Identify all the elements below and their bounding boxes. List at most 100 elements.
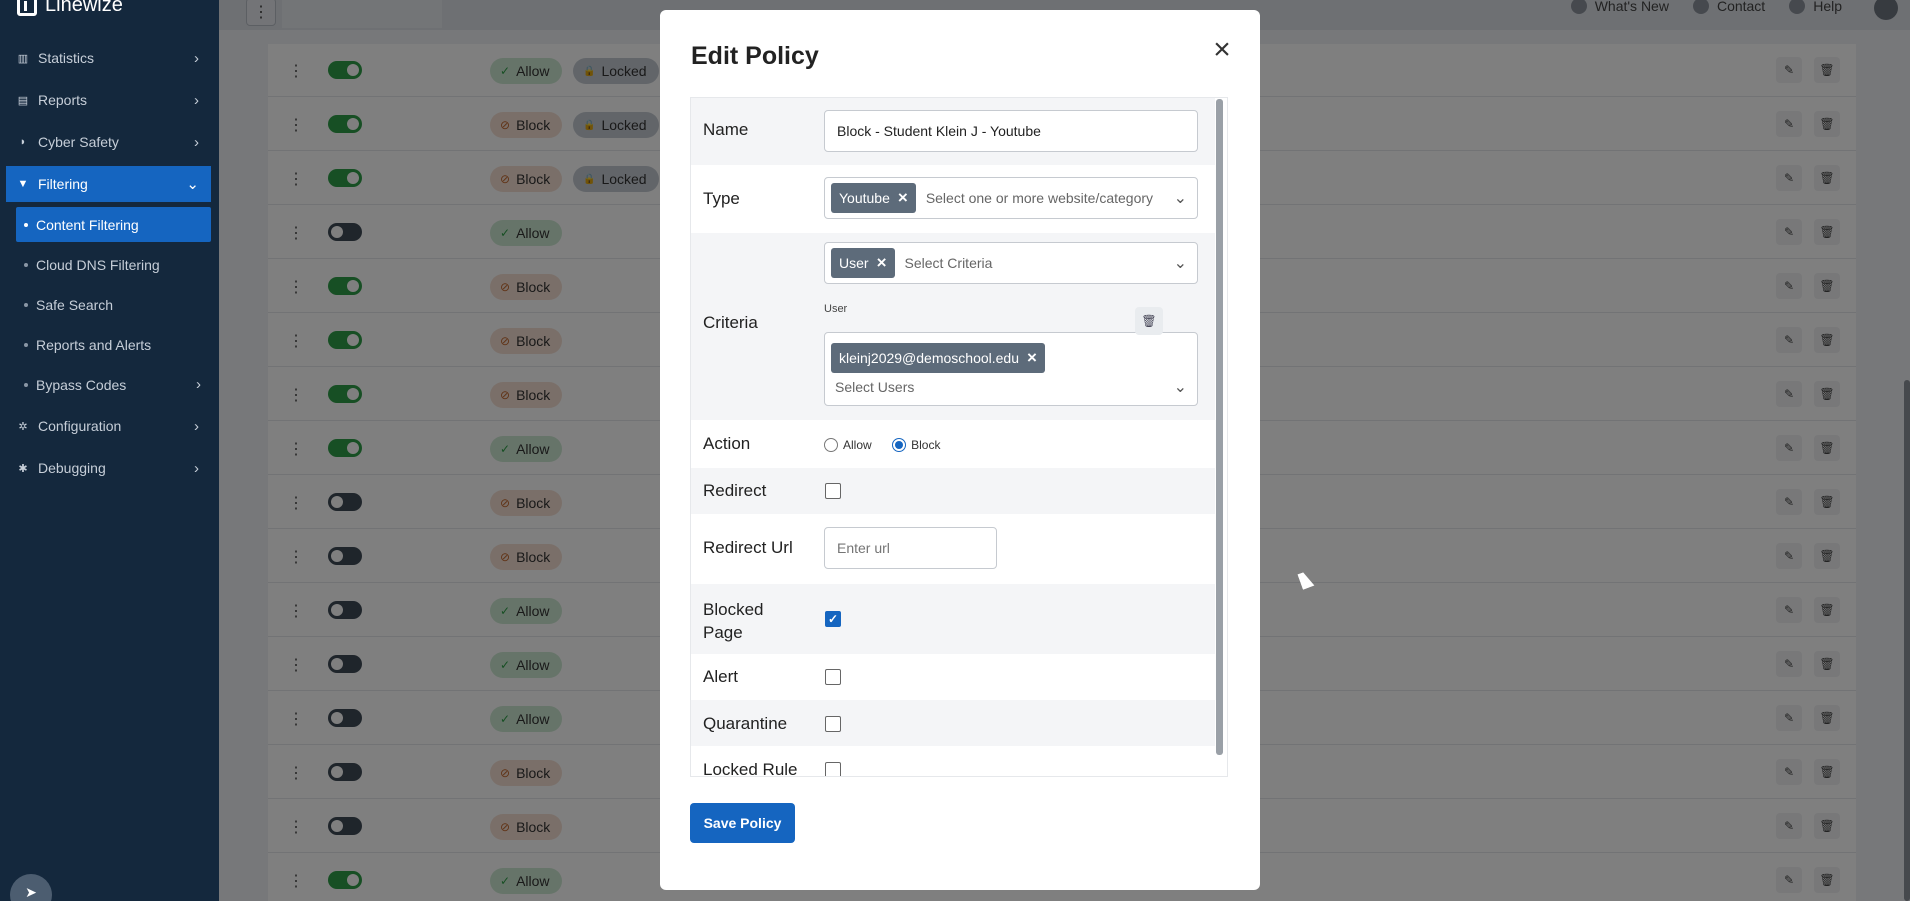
bug-icon: ✱ — [18, 462, 28, 475]
brand-name: Linewize — [45, 0, 123, 16]
form-scrollbar[interactable] — [1216, 99, 1223, 755]
checkmark-icon: ✓ — [827, 612, 839, 626]
criteria-select[interactable]: User × Select Criteria ⌄ — [824, 242, 1198, 284]
sidebar-subitem-label: Cloud DNS Filtering — [36, 256, 160, 273]
sidebar-item-label: Configuration — [38, 418, 122, 434]
sidebar: Linewize ▥ Statistics › ▤ Reports › ◗ Cy… — [0, 0, 219, 901]
criteria-label: Criteria — [703, 313, 758, 332]
chevron-right-icon: › — [194, 417, 199, 435]
chevron-right-icon: › — [196, 376, 201, 393]
redirect-row: Redirect — [691, 468, 1215, 514]
alert-row: Alert — [691, 654, 1215, 700]
bullet-icon — [24, 222, 28, 227]
bullet-icon — [24, 262, 28, 267]
locked-rule-checkbox[interactable] — [825, 762, 841, 776]
modal-title: Edit Policy — [691, 42, 819, 70]
redirect-label: Redirect — [703, 481, 767, 500]
bullet-icon — [24, 382, 28, 387]
sidebar-item-debugging[interactable]: ✱ Debugging › — [6, 450, 211, 486]
sidebar-subitem-safe-search[interactable]: Safe Search — [16, 287, 211, 322]
close-icon[interactable]: × — [1208, 35, 1236, 65]
sidebar-item-label: Cyber Safety — [38, 134, 119, 150]
redirect-url-label: Redirect Url — [703, 538, 793, 557]
type-label: Type — [703, 189, 740, 208]
type-chip: Youtube × — [831, 183, 916, 213]
alert-checkbox[interactable] — [825, 669, 841, 685]
sidebar-item-filtering[interactable]: ▼ Filtering ⌄ — [6, 166, 211, 202]
report-icon: ▤ — [17, 94, 29, 107]
action-row: Action Allow Block — [691, 420, 1215, 468]
criteria-chip: User × — [831, 248, 895, 278]
chevron-right-icon: › — [194, 91, 199, 109]
chart-icon: ▥ — [17, 52, 29, 65]
sidebar-item-label: Statistics — [38, 50, 95, 66]
action-allow-radio[interactable]: Allow — [824, 436, 872, 453]
name-label: Name — [703, 120, 749, 139]
redirect-checkbox[interactable] — [825, 483, 841, 499]
sidebar-subitem-reports-and-alerts[interactable]: Reports and Alerts — [16, 327, 211, 362]
quarantine-label: Quarantine — [703, 714, 788, 733]
quarantine-checkbox[interactable] — [825, 716, 841, 732]
remove-user-chip-icon[interactable]: × — [1027, 348, 1037, 368]
blocked-page-checkbox[interactable]: ✓ — [825, 611, 841, 627]
sidebar-item-configuration[interactable]: ✲ Configuration › — [6, 408, 211, 444]
sidebar-item-label: Filtering — [38, 176, 88, 192]
remove-criteria-chip-icon[interactable]: × — [877, 253, 887, 273]
action-radio-group: Allow Block — [824, 436, 940, 454]
bullet-icon — [24, 342, 28, 347]
action-label: Action — [703, 434, 751, 453]
sidebar-item-label: Debugging — [38, 460, 106, 476]
action-block-radio[interactable]: Block — [892, 436, 940, 453]
trash-icon: 🗑 — [1141, 314, 1157, 328]
chevron-down-icon[interactable]: ⌄ — [1174, 377, 1187, 397]
users-placeholder: Select Users — [835, 379, 915, 395]
policy-form: Name Block - Student Klein J - Youtube T… — [690, 97, 1228, 777]
chevron-right-icon: › — [194, 133, 199, 151]
save-policy-button[interactable]: Save Policy — [690, 803, 795, 843]
type-row: Type Youtube × Select one or more websit… — [691, 165, 1215, 233]
sidebar-subitem-label: Content Filtering — [36, 216, 139, 233]
chevron-right-icon: › — [194, 459, 199, 477]
criteria-placeholder: Select Criteria — [904, 255, 993, 271]
type-select[interactable]: Youtube × Select one or more website/cat… — [824, 177, 1198, 219]
redirect-url-input[interactable] — [824, 527, 997, 569]
chevron-right-icon: › — [194, 49, 199, 67]
name-input[interactable]: Block - Student Klein J - Youtube — [824, 110, 1198, 152]
type-placeholder: Select one or more website/category — [925, 190, 1154, 206]
sidebar-subitem-cloud-dns-filtering[interactable]: Cloud DNS Filtering — [16, 247, 211, 282]
launch-button[interactable]: ➤ — [10, 874, 52, 901]
criteria-user-sublabel: User — [824, 303, 848, 315]
delete-criteria-button[interactable]: 🗑 — [1135, 307, 1163, 335]
alert-label: Alert — [703, 667, 738, 686]
sidebar-subitem-content-filtering[interactable]: Content Filtering — [16, 207, 211, 242]
sidebar-item-statistics[interactable]: ▥ Statistics › — [6, 40, 211, 76]
remove-type-chip-icon[interactable]: × — [898, 188, 908, 208]
bullet-icon — [24, 302, 28, 307]
paper-plane-icon: ➤ — [25, 884, 37, 900]
user-chip: kleinj2029@demoschool.edu × — [831, 343, 1045, 373]
type-chip-label: Youtube — [839, 190, 890, 206]
chevron-down-icon: ⌄ — [186, 176, 199, 193]
user-chip-label: kleinj2029@demoschool.edu — [839, 350, 1019, 366]
blocked-page-row: Blocked Page ✓ — [691, 584, 1215, 654]
criteria-chip-label: User — [839, 255, 869, 271]
chevron-down-icon[interactable]: ⌄ — [1174, 253, 1187, 273]
gear-icon: ✲ — [18, 420, 28, 433]
sidebar-subitem-bypass-codes[interactable]: Bypass Codes › — [16, 367, 211, 402]
radio-checked-icon — [892, 437, 907, 452]
linewize-logo-icon — [17, 0, 37, 16]
name-row: Name Block - Student Klein J - Youtube — [691, 98, 1215, 165]
sidebar-item-label: Reports — [38, 92, 88, 108]
sidebar-item-reports[interactable]: ▤ Reports › — [6, 82, 211, 118]
sidebar-subitem-label: Safe Search — [36, 296, 114, 313]
chevron-down-icon[interactable]: ⌄ — [1174, 188, 1187, 208]
filter-icon: ▼ — [17, 178, 29, 190]
locked-rule-label: Locked Rule — [703, 760, 798, 777]
radio-unchecked-icon — [824, 437, 838, 452]
locked-rule-row: Locked Rule — [691, 746, 1215, 777]
sidebar-subitem-label: Reports and Alerts — [36, 336, 152, 353]
users-select[interactable]: kleinj2029@demoschool.edu × Select Users… — [824, 332, 1198, 406]
sidebar-item-cyber-safety[interactable]: ◗ Cyber Safety › — [6, 124, 211, 160]
sidebar-subitem-label: Bypass Codes — [36, 376, 127, 393]
shield-icon: ◗ — [19, 136, 27, 148]
